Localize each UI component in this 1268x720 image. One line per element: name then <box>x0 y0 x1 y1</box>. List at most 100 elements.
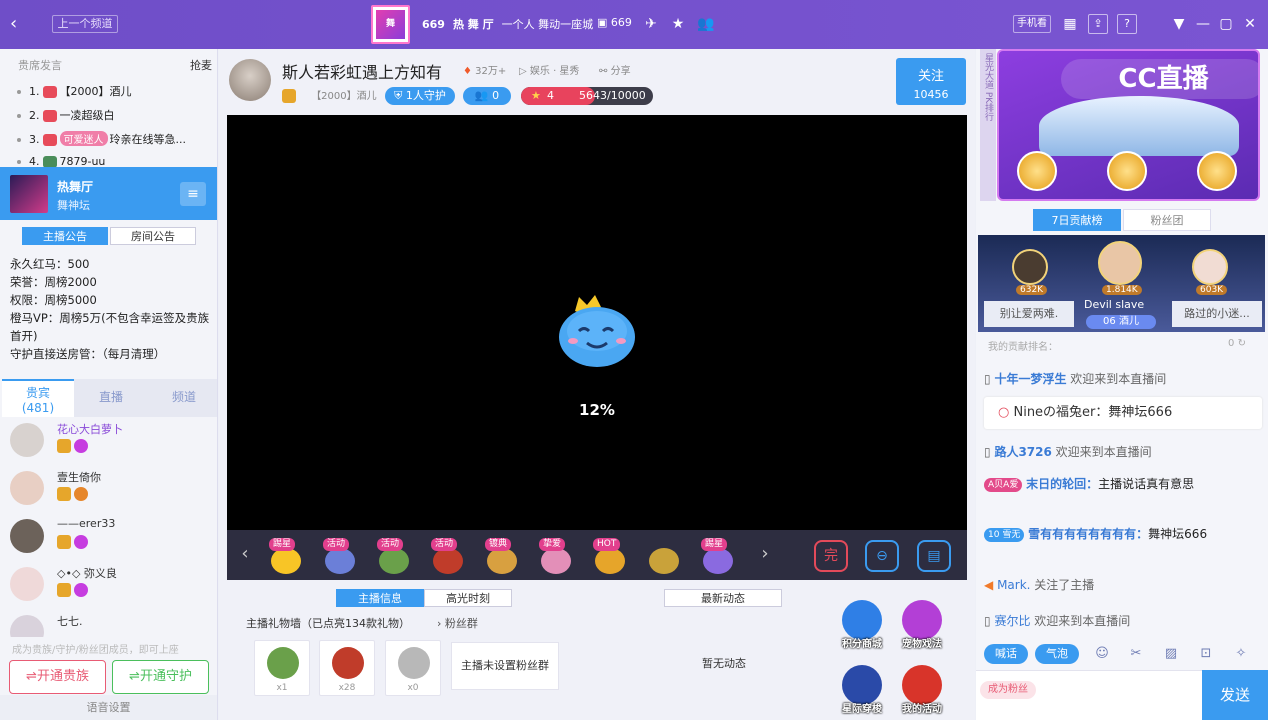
shout-button[interactable]: 喊话 <box>984 644 1028 664</box>
chevron-right-icon[interactable]: › <box>757 542 773 566</box>
star-travel-button[interactable]: 星际穿梭 <box>837 665 887 717</box>
bag-icon[interactable]: ⊖ <box>865 540 899 572</box>
gift-item[interactable]: 挚爱 <box>535 538 575 576</box>
announcement-text: 永久红马：500 荣誉：周榜2000 权限：周榜5000 橙马VP：周榜5万(不… <box>10 255 210 363</box>
rank-item[interactable]: 1. 【2000】酒儿 <box>17 83 132 99</box>
share-icon: ⚯ <box>599 66 608 77</box>
chat-tag: A贝A爱 <box>984 477 1023 492</box>
tab-fan-club[interactable]: 粉丝团 <box>1123 209 1211 231</box>
chat-input[interactable]: 成为粉丝 <box>976 670 1202 720</box>
video-player[interactable]: 12% <box>227 115 967 530</box>
my-activity-button[interactable]: 我的活动 <box>897 665 947 717</box>
side-tab-strip[interactable]: 星光大道 PK排行 <box>980 49 996 201</box>
gift-wall-item[interactable]: x1 <box>254 640 310 696</box>
open-noble-button[interactable]: ⇌开通贵族 <box>9 660 106 694</box>
chat-user[interactable]: 末日的轮回： <box>1026 477 1098 491</box>
send-button[interactable]: 发送 <box>1202 670 1268 720</box>
tab-room-announcement[interactable]: 房间公告 <box>110 227 196 245</box>
gift-item[interactable]: 活动 <box>373 538 413 576</box>
chat-text: 欢迎来到本直播间 <box>1070 372 1167 386</box>
chat-user[interactable]: 路人3726 <box>994 445 1051 459</box>
gift-item[interactable]: 踢星 <box>697 538 737 576</box>
member-tabs: 贵宾 (481) 直播 频道 <box>2 379 217 417</box>
gift-wall-item[interactable]: x28 <box>319 640 375 696</box>
gift-item[interactable]: 踢星 <box>265 538 305 576</box>
member-row[interactable]: 七七. <box>10 613 210 637</box>
tab-latest-dynamic[interactable]: 最新动态 <box>664 589 782 607</box>
rank-item[interactable]: 3. 可爱迷人 玲亲在线等急... <box>17 131 186 147</box>
tab-anchor-announcement[interactable]: 主播公告 <box>22 227 108 245</box>
chat-user[interactable]: Mark. <box>997 578 1030 592</box>
chat-user[interactable]: Nineの福兔er： <box>1013 405 1108 420</box>
lottery-icon[interactable]: 完 <box>814 540 848 572</box>
tab-channel[interactable]: 频道 <box>148 379 220 417</box>
fans-pill[interactable]: 👥 0 <box>463 87 511 105</box>
gift-item[interactable]: 活动 <box>319 538 359 576</box>
chat-user[interactable]: 赛尔比 <box>994 614 1030 628</box>
avatar[interactable] <box>1012 249 1048 285</box>
avatar <box>42 134 57 146</box>
anchor-avatar[interactable] <box>229 59 271 101</box>
close-icon[interactable]: ✕ <box>1241 15 1259 33</box>
rank-item[interactable]: 2. 一凌超级白 <box>17 107 115 123</box>
menu-icon[interactable]: ≡ <box>180 182 206 206</box>
gift-item[interactable]: HOT <box>589 538 629 576</box>
fan-badge-button[interactable]: 成为粉丝 <box>980 681 1036 699</box>
emoji-icon[interactable]: ☺ <box>1094 646 1110 662</box>
users-icon[interactable]: 👥 <box>697 15 715 33</box>
points-mall-button[interactable]: 积分商城 <box>837 600 887 652</box>
prev-channel-button[interactable]: 上一个频道 <box>52 15 118 33</box>
chevron-left-icon[interactable]: ‹ <box>10 14 24 34</box>
tab-vip[interactable]: 贵宾 (481) <box>2 379 74 417</box>
category-link[interactable]: ▷ 娱乐 · 星秀 <box>519 62 579 77</box>
tab-7day-contrib[interactable]: 7日贡献榜 <box>1033 209 1121 231</box>
minimize-icon[interactable]: — <box>1194 15 1212 33</box>
member-row[interactable]: 壹生倚你 <box>10 469 210 515</box>
tab-live[interactable]: 直播 <box>75 379 147 417</box>
tab-anchor-info[interactable]: 主播信息 <box>336 589 424 607</box>
gift-item[interactable]: 镀典 <box>481 538 521 576</box>
chevron-right-icon: › <box>437 617 442 630</box>
avatar[interactable] <box>1192 249 1228 285</box>
contrib-name: 路过的小迷... <box>1172 301 1262 327</box>
noble-badge-icon <box>74 487 88 501</box>
open-guard-button[interactable]: ⇌开通守护 <box>112 660 209 694</box>
scissors-icon[interactable]: ✂ <box>1128 646 1144 662</box>
promo-banner[interactable]: CC直播 <box>997 49 1260 201</box>
level-progress: ★ 4 5643/10000 <box>521 87 653 105</box>
settings-icon[interactable]: ✧ <box>1233 646 1249 662</box>
grid-icon[interactable]: ▦ <box>1061 15 1079 33</box>
shop-icon[interactable]: ▤ <box>917 540 951 572</box>
bubble-button[interactable]: 气泡 <box>1035 644 1079 664</box>
share-icon[interactable]: ⇪ <box>1088 14 1108 34</box>
chevron-left-icon[interactable]: ‹ <box>237 542 253 566</box>
lock-icon[interactable]: ⊡ <box>1198 646 1214 662</box>
level-badge-icon <box>57 583 71 597</box>
maximize-icon[interactable]: ▢ <box>1217 15 1235 33</box>
avatar[interactable] <box>1098 241 1142 285</box>
chat-user[interactable]: 雪有有有有有有有有： <box>1028 527 1148 541</box>
phone-watch-button[interactable]: 手机看 <box>1013 15 1051 33</box>
member-row[interactable]: 花心大白萝卜 <box>10 421 210 467</box>
gift-item[interactable] <box>643 538 683 576</box>
share-button[interactable]: ⚯ 分享 <box>599 62 631 77</box>
dropdown-icon[interactable]: ▼ <box>1170 15 1188 33</box>
chat-user[interactable]: 十年一梦浮生 <box>994 372 1066 386</box>
guard-pill[interactable]: ⛨ 1人守护 <box>385 87 455 105</box>
gift-wall-item[interactable]: x0 <box>385 640 441 696</box>
gift-item[interactable]: 活动 <box>427 538 467 576</box>
member-row[interactable]: ——erer33 <box>10 517 210 563</box>
follow-button[interactable]: 关注 10456 <box>896 58 966 105</box>
gift-icon <box>398 647 430 679</box>
refresh-icon[interactable]: ↻ <box>1238 338 1246 349</box>
help-button[interactable]: ? <box>1117 14 1137 34</box>
member-row[interactable]: ◇•◇ 弥义良 <box>10 565 210 611</box>
channel-card[interactable]: 热舞厅 舞神坛 ≡ <box>0 167 217 220</box>
star-icon[interactable]: ★ <box>669 15 687 33</box>
voice-settings-button[interactable]: 语音设置 <box>0 695 217 720</box>
image-icon[interactable]: ▨ <box>1163 646 1179 662</box>
tab-highlights[interactable]: 高光时刻 <box>424 589 512 607</box>
plane-icon[interactable]: ✈ <box>642 15 660 33</box>
pet-trick-button[interactable]: 宠物戏法 <box>897 600 947 652</box>
grab-mic-button[interactable]: 抢麦 <box>190 57 212 73</box>
